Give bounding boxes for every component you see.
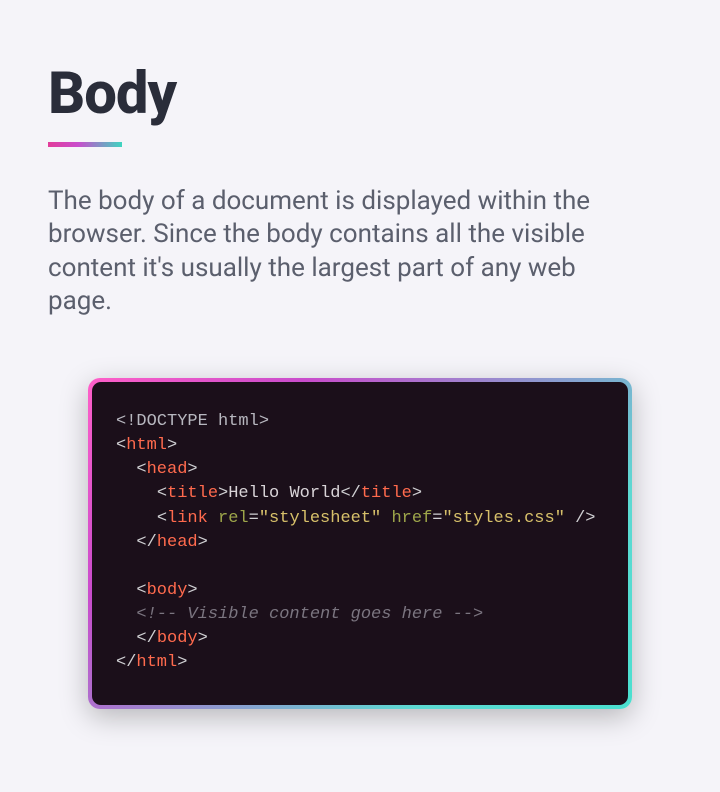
code-tag: link	[167, 509, 208, 528]
code-tag: title	[167, 484, 218, 503]
code-punc: >	[177, 653, 187, 672]
code-tag: body	[147, 581, 188, 600]
description-text: The body of a document is displayed with…	[48, 185, 628, 318]
code-string: "stylesheet"	[259, 509, 381, 528]
code-tag: head	[147, 460, 188, 479]
code-punc: >	[187, 581, 197, 600]
code-doctype: <!DOCTYPE html>	[116, 412, 269, 431]
code-punc: </	[136, 533, 156, 552]
code-punc: >	[198, 533, 208, 552]
code-tag: title	[361, 484, 412, 503]
code-punc: </	[340, 484, 360, 503]
code-comment: <!-- Visible content goes here -->	[136, 605, 483, 624]
code-tag: head	[157, 533, 198, 552]
code-text: Hello World	[228, 484, 340, 503]
code-block: <!DOCTYPE html> <html> <head> <title>Hel…	[92, 382, 628, 705]
code-tag: html	[126, 436, 167, 455]
code-string: "styles.css"	[442, 509, 564, 528]
code-punc: >	[187, 460, 197, 479]
code-block-wrapper: <!DOCTYPE html> <html> <head> <title>Hel…	[88, 378, 632, 709]
code-punc: <	[136, 581, 146, 600]
page-title: Body	[48, 60, 672, 128]
code-punc: </	[136, 629, 156, 648]
code-punc: >	[412, 484, 422, 503]
code-punc: <	[157, 509, 167, 528]
code-tag: html	[136, 653, 177, 672]
code-punc: =	[249, 509, 259, 528]
code-punc: </	[116, 653, 136, 672]
code-punc: <	[136, 460, 146, 479]
code-punc: <	[157, 484, 167, 503]
title-underline	[48, 142, 122, 147]
code-punc: >	[198, 629, 208, 648]
code-attr: rel	[218, 509, 249, 528]
code-tag: body	[157, 629, 198, 648]
code-punc: =	[432, 509, 442, 528]
code-punc: <	[116, 436, 126, 455]
code-punc: />	[565, 509, 596, 528]
code-punc: >	[218, 484, 228, 503]
code-punc: >	[167, 436, 177, 455]
code-attr: href	[391, 509, 432, 528]
